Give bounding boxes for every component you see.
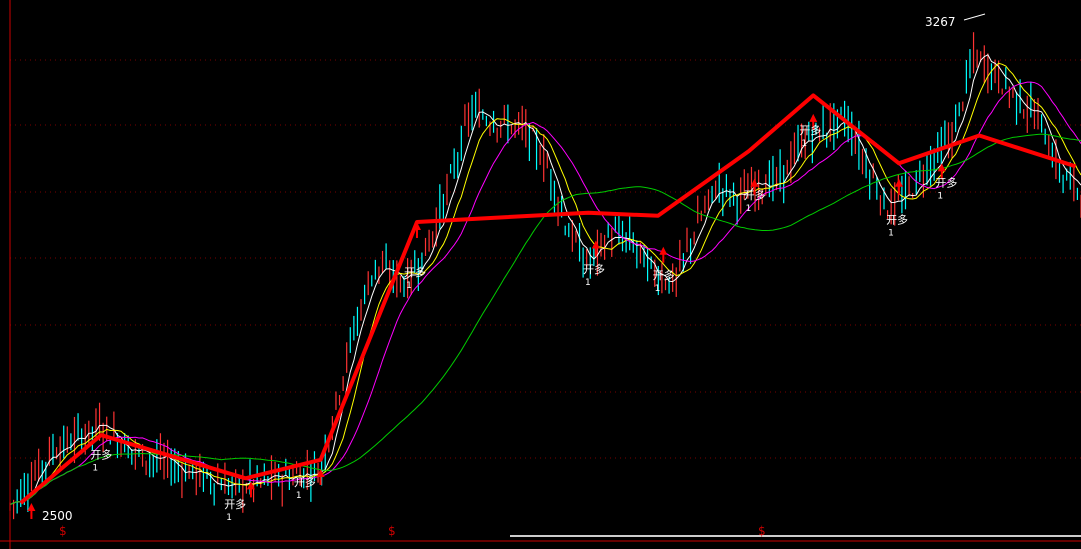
signal-count-7: 1 [801, 139, 807, 149]
signal-label-5: 开多 [653, 268, 675, 282]
signal-label-8: 开多 [886, 213, 908, 227]
signal-count-0: 1 [92, 463, 98, 473]
signal-label-4: 开多 [583, 262, 605, 276]
signal-label-3: 开多 [404, 265, 426, 279]
signal-count-5: 1 [655, 284, 661, 294]
signal-count-8: 1 [888, 229, 894, 239]
period-marker-0: $ [59, 524, 67, 538]
signal-count-6: 1 [746, 204, 752, 214]
signal-count-3: 1 [406, 281, 412, 291]
signal-count-2: 1 [296, 491, 302, 501]
period-marker-1: $ [388, 524, 396, 538]
signal-count-4: 1 [585, 278, 591, 288]
signal-label-7: 开多 [799, 123, 821, 137]
signal-label-1: 开多 [224, 497, 246, 511]
chart-background [0, 0, 1081, 549]
signal-count-1: 1 [226, 513, 232, 523]
signal-count-9: 1 [937, 192, 943, 202]
signal-label-9: 开多 [935, 176, 957, 190]
high-price-label: 3267 [925, 15, 956, 29]
period-marker-2: $ [758, 524, 766, 538]
signal-label-2: 开多 [294, 475, 316, 489]
low-price-label: 2500 [42, 509, 73, 523]
signal-label-0: 开多 [90, 447, 112, 461]
signal-label-6: 开多 [744, 188, 766, 202]
price-chart: 开多1开多1开多1开多1开多1开多1开多1开多1开多1开多1 $ $ $ 3267 … [0, 0, 1081, 549]
